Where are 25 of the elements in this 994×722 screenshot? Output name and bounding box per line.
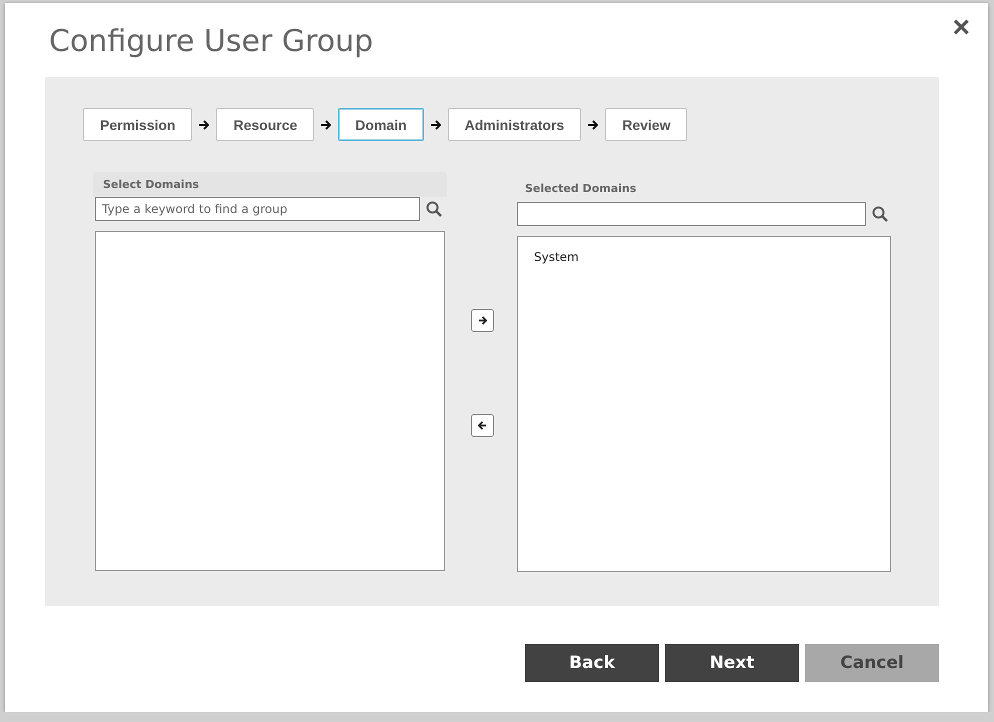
cancel-button[interactable]: Cancel — [805, 644, 939, 682]
move-right-button[interactable] — [470, 309, 494, 332]
dialog-title: Configure User Group — [49, 23, 374, 61]
right-arrow-icon — [478, 316, 486, 325]
step-tab[interactable]: Permission — [83, 108, 192, 141]
right-arrow-icon — [430, 120, 441, 130]
right-arrow-icon — [321, 120, 332, 130]
left-arrow-icon — [478, 421, 486, 430]
step-tab[interactable]: Review — [605, 108, 688, 141]
step-tab[interactable]: Domain — [338, 108, 424, 141]
list-label: Selected Domains — [524, 181, 638, 197]
list-item[interactable]: System — [534, 250, 874, 264]
right-arrow-icon — [199, 120, 210, 130]
close-button[interactable]: × — [952, 13, 970, 43]
action-button[interactable]: Back — [525, 644, 659, 682]
right-arrow-icon — [588, 120, 598, 130]
move-left-button[interactable] — [470, 414, 494, 437]
list-header: Select Domains — [93, 172, 447, 197]
step-tab[interactable]: Administrators — [448, 108, 582, 141]
search-icon[interactable] — [426, 201, 442, 217]
search-icon[interactable] — [872, 206, 888, 222]
search-field[interactable]: Type a keyword to find a group — [95, 197, 420, 221]
action-button[interactable]: Next — [665, 644, 799, 682]
step-tab[interactable]: Resource — [216, 108, 314, 141]
search-field[interactable] — [517, 202, 866, 226]
